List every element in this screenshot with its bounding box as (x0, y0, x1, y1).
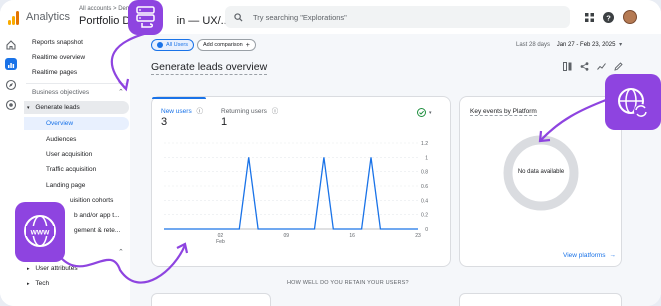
sidebar-item-web-app[interactable]: b and/or app t... (74, 212, 120, 219)
svg-text:www: www (30, 228, 50, 237)
advertising-icon[interactable] (5, 99, 17, 111)
platform-card: Key events by Platform No data available… (459, 96, 622, 267)
user-icon (157, 42, 163, 48)
returning-users-value: 1 (221, 116, 228, 128)
sidebar-item-realtime-overview[interactable]: Realtime overview (32, 54, 85, 61)
caret-right-icon: ▸ (27, 266, 30, 272)
tab-returning-users[interactable]: Returning users ⓘ (221, 105, 278, 115)
new-users-value: 3 (161, 116, 168, 128)
sidebar-item-acquisition-cohorts[interactable]: uisition cohorts (70, 197, 113, 204)
chevron-down-icon: ▾ (619, 42, 623, 48)
series-line (164, 157, 418, 230)
y-tick-label: 1 (425, 155, 428, 161)
x-tick-label: 23 (415, 233, 421, 239)
app-name: Analytics (26, 11, 71, 23)
retention-card (459, 293, 622, 306)
globe-sync-overlay-icon (605, 74, 661, 130)
all-users-chip[interactable]: All Users (151, 39, 195, 51)
view-platforms-link[interactable]: View platforms → (563, 252, 616, 259)
sidebar-item-reports-snapshot[interactable]: Reports snapshot (32, 39, 83, 46)
edit-icon[interactable] (614, 62, 623, 71)
info-icon: ⓘ (196, 108, 204, 115)
sidebar-item-overview[interactable]: Overview (46, 120, 73, 127)
status-menu[interactable]: ▾ (417, 108, 432, 117)
new-users-line-chart: 1.210.80.60.40.2002Feb09 16 23 (164, 141, 428, 245)
page-title: Generate leads overview (151, 61, 268, 75)
sidebar-item-realtime-pages[interactable]: Realtime pages (32, 69, 77, 76)
caret-down-icon: ▾ (429, 109, 432, 116)
title-actions (563, 62, 623, 71)
platform-card-title: Key events by Platform (470, 108, 537, 116)
top-actions: ? (585, 10, 637, 24)
left-rail (0, 34, 22, 306)
x-tick-month: Feb (216, 239, 225, 245)
active-tab-indicator (152, 97, 206, 99)
share-icon[interactable] (580, 62, 589, 71)
caret-right-icon: ▸ (27, 281, 30, 287)
breadcrumb[interactable]: All accounts > Demo (79, 6, 134, 12)
sidebar-item-audiences[interactable]: Audiences (46, 136, 76, 143)
search-placeholder: Try searching "Explorations" (253, 12, 347, 22)
sidebar: Reports snapshot Realtime overview Realt… (22, 34, 130, 306)
reports-icon[interactable] (5, 58, 17, 70)
www-globe-overlay-icon: www (15, 202, 65, 262)
section-business-objectives[interactable]: Business objectives (32, 89, 89, 96)
y-tick-label: 1.2 (421, 141, 428, 147)
users-card: New users ⓘ 3 Returning users ⓘ 1 ▾ 1.2 1… (151, 96, 451, 267)
compare-icon[interactable] (563, 62, 572, 71)
y-tick-label: 0 (425, 227, 428, 233)
chevron-up-icon[interactable]: ⌃ (118, 88, 124, 96)
insights-icon[interactable] (597, 62, 606, 71)
caret-down-icon: ▾ (27, 105, 30, 111)
analytics-window: Analytics All accounts > Demo Portfolio … (0, 0, 661, 306)
explore-icon[interactable] (5, 79, 17, 91)
property-suffix: in — UX/... (176, 15, 230, 27)
retain-heading: HOW WELL DO YOU RETAIN YOUR USERS? (287, 280, 409, 286)
svg-text:?: ? (606, 13, 611, 22)
sidebar-item-user-attributes[interactable]: ▸ User attributes (27, 265, 78, 272)
date-range-picker[interactable]: Last 28 days Jan 27 - Feb 23, 2025 ▾ (516, 41, 622, 48)
avatar[interactable] (623, 10, 637, 24)
retention-card (151, 293, 271, 306)
search-bar[interactable]: Try searching "Explorations" (225, 6, 570, 28)
home-icon[interactable] (5, 39, 17, 51)
y-tick-label: 0.6 (421, 184, 428, 190)
analytics-logo-icon[interactable] (8, 11, 20, 25)
y-tick-label: 0.4 (421, 198, 428, 204)
add-comparison-button[interactable]: Add comparison + (197, 39, 256, 51)
server-overlay-icon (128, 0, 163, 35)
group-generate-leads[interactable]: ▾ Generate leads (27, 104, 80, 111)
search-icon (234, 12, 243, 22)
apps-grid-icon[interactable] (585, 12, 594, 22)
y-tick-label: 0.2 (421, 213, 428, 219)
y-tick-label: 0.8 (421, 170, 428, 176)
info-icon: ⓘ (271, 108, 279, 115)
check-circle-icon (417, 108, 426, 117)
plus-icon: + (245, 41, 250, 49)
sidebar-item-landing-page[interactable]: Landing page (46, 182, 85, 189)
x-tick-label: 09 (284, 233, 290, 239)
arrow-right-icon: → (609, 252, 616, 259)
sidebar-item-traffic-acquisition[interactable]: Traffic acquisition (46, 166, 96, 173)
help-icon[interactable]: ? (603, 11, 614, 23)
sidebar-divider (26, 83, 126, 84)
sidebar-item-engagement[interactable]: gement & rete... (74, 227, 120, 234)
chevron-up-icon[interactable]: ⌃ (118, 248, 124, 256)
tab-new-users[interactable]: New users ⓘ (161, 105, 203, 115)
sidebar-item-user-acquisition[interactable]: User acquisition (46, 151, 92, 158)
active-highlight (24, 117, 129, 130)
x-tick-label: 16 (349, 233, 355, 239)
main-content: All Users Add comparison + Last 28 days … (130, 34, 661, 306)
top-bar: Analytics All accounts > Demo Portfolio … (0, 0, 661, 34)
no-data-message: No data available (517, 169, 565, 175)
sidebar-item-tech[interactable]: ▸ Tech (27, 280, 49, 287)
